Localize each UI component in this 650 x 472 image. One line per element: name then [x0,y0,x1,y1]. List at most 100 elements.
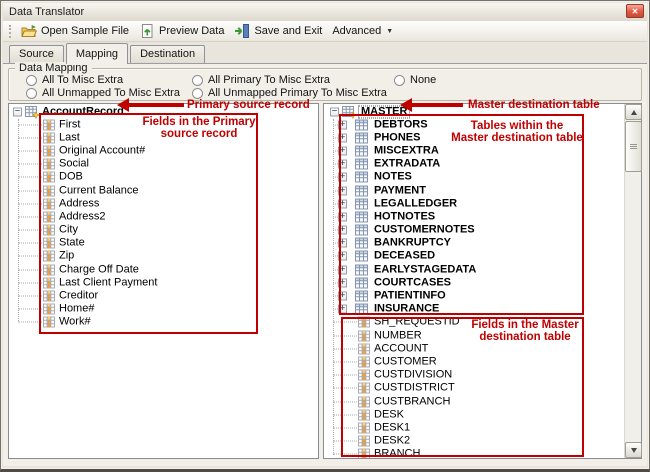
expand-icon[interactable] [338,265,347,274]
tab-mapping[interactable]: Mapping [66,43,128,64]
field-column-icon [42,276,56,289]
source-field-row[interactable]: Address [9,197,318,210]
source-field-row[interactable]: State [9,237,318,250]
destination-table-row[interactable]: EARLYSTAGEDATA [324,263,624,276]
destination-table-row[interactable]: PAYMENT [324,184,624,197]
field-column-icon [357,382,371,395]
destination-table-row[interactable]: DECEASED [324,250,624,263]
radio-label: None [410,74,436,86]
tree-connector [18,309,42,310]
destination-table-row[interactable]: PATIENTINFO [324,289,624,302]
destination-field-row[interactable]: BRANCH [324,448,624,458]
destination-table-row[interactable]: COURTCASES [324,276,624,289]
tree-connector [18,203,42,204]
destination-table-row[interactable]: LEGALLEDGER [324,197,624,210]
source-field-label: Charge Off Date [59,264,139,275]
preview-page-icon [139,23,155,39]
radio-none[interactable]: None [394,74,436,86]
destination-field-row[interactable]: ACCOUNT [324,342,624,355]
radio-all-to-misc-extra[interactable]: All To Misc Extra [26,74,123,86]
field-column-icon [42,290,56,303]
destination-table-row[interactable]: MISCEXTRA [324,144,624,157]
source-field-row[interactable]: Work# [9,316,318,329]
destination-field-row[interactable]: DESK2 [324,435,624,448]
expand-icon[interactable] [338,120,347,129]
source-field-row[interactable]: Original Account# [9,144,318,157]
source-root-row[interactable]: AccountRecord [9,106,318,118]
destination-table-label: HOTNOTES [374,211,435,222]
source-field-row[interactable]: First [9,118,318,131]
expand-icon[interactable] [338,226,347,235]
destination-field-row[interactable]: DESK [324,408,624,421]
toolbar-grip[interactable] [9,25,12,38]
destination-table-row[interactable]: BANKRUPTCY [324,237,624,250]
source-field-row[interactable]: Last Client Payment [9,276,318,289]
destination-table-row[interactable]: DEBTORS [324,118,624,131]
tree-connector [18,243,42,244]
expand-icon[interactable] [338,186,347,195]
destination-field-row[interactable]: CUSTDIVISION [324,369,624,382]
destination-field-row[interactable]: DESK1 [324,421,624,434]
expand-icon[interactable] [338,239,347,248]
tree-connector [18,322,42,323]
expand-icon[interactable] [338,212,347,221]
field-column-icon [42,158,56,171]
tree-connector [333,388,357,389]
expand-icon[interactable] [338,173,347,182]
destination-field-row[interactable]: NUMBER [324,329,624,342]
source-field-row[interactable]: Current Balance [9,184,318,197]
destination-field-row[interactable]: CUSTDISTRICT [324,382,624,395]
radio-all-primary-to-misc-extra[interactable]: All Primary To Misc Extra [192,74,330,86]
open-sample-file-button[interactable]: Open Sample File [17,22,135,41]
vertical-scrollbar[interactable] [624,104,641,458]
table-icon [355,158,369,171]
expand-icon[interactable] [338,133,347,142]
source-field-row[interactable]: DOB [9,171,318,184]
source-field-row[interactable]: City [9,224,318,237]
source-field-row[interactable]: Creditor [9,289,318,302]
source-field-row[interactable]: Address2 [9,210,318,223]
destination-table-row[interactable]: NOTES [324,171,624,184]
destination-table-row[interactable]: CUSTOMERNOTES [324,224,624,237]
expand-icon[interactable] [338,146,347,155]
preview-data-button[interactable]: Preview Data [135,21,230,41]
scroll-down-button[interactable] [625,442,642,458]
destination-root-row[interactable]: MASTER [324,106,624,118]
radio-all-unmapped-to-misc-extra[interactable]: All Unmapped To Misc Extra [26,87,180,99]
expand-icon[interactable] [338,252,347,261]
tree-connector [333,414,357,415]
scrollbar-thumb[interactable] [625,121,642,172]
destination-field-row[interactable]: SH_REQUESTID [324,316,624,329]
destination-field-label: NUMBER [374,330,422,341]
destination-field-row[interactable]: CUSTBRANCH [324,395,624,408]
source-field-label: Current Balance [59,185,139,196]
advanced-menu-button[interactable]: Advanced ▼ [328,23,399,39]
expand-icon[interactable] [338,199,347,208]
source-field-row[interactable]: Home# [9,303,318,316]
collapse-icon[interactable] [330,108,339,117]
expand-icon[interactable] [338,278,347,287]
destination-table-row[interactable]: HOTNOTES [324,210,624,223]
tab-destination[interactable]: Destination [130,45,205,63]
tab-source[interactable]: Source [9,45,64,63]
destination-table-row[interactable]: INSURANCE [324,303,624,316]
destination-field-row[interactable]: CUSTOMER [324,355,624,368]
expand-icon[interactable] [338,305,347,314]
radio-all-unmapped-primary-to-misc-extra[interactable]: All Unmapped Primary To Misc Extra [192,87,387,99]
expand-icon[interactable] [338,160,347,169]
field-column-icon [42,303,56,316]
destination-table-row[interactable]: EXTRADATA [324,158,624,171]
expand-icon[interactable] [338,292,347,301]
tree-connector [333,361,357,362]
save-and-exit-button[interactable]: Save and Exit [230,21,328,41]
source-root-label: AccountRecord [42,107,124,118]
source-field-row[interactable]: Zip [9,250,318,263]
close-button[interactable]: ✕ [626,4,644,18]
collapse-icon[interactable] [13,108,22,117]
destination-table-row[interactable]: PHONES [324,131,624,144]
source-field-row[interactable]: Charge Off Date [9,263,318,276]
source-field-row[interactable]: Social [9,158,318,171]
destination-field-label: DESK [374,409,404,420]
source-field-row[interactable]: Last [9,131,318,144]
scroll-up-button[interactable] [625,104,642,120]
